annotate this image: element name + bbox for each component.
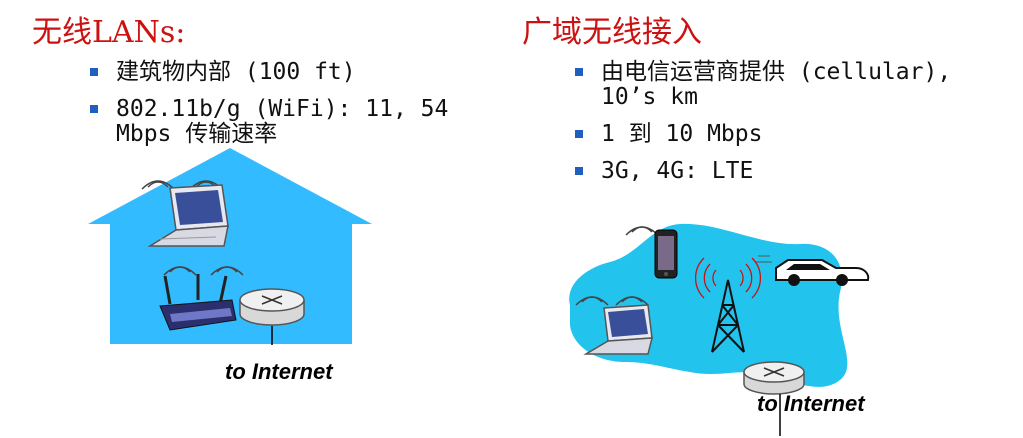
cellphone-icon [654, 229, 678, 279]
to-internet-label: to Internet [757, 391, 865, 416]
coverage-area-shape [569, 223, 848, 387]
router-icon [743, 361, 805, 395]
diagram-canvas [88, 148, 870, 436]
to-internet-label: to Internet [225, 359, 333, 384]
router-icon [239, 288, 305, 326]
